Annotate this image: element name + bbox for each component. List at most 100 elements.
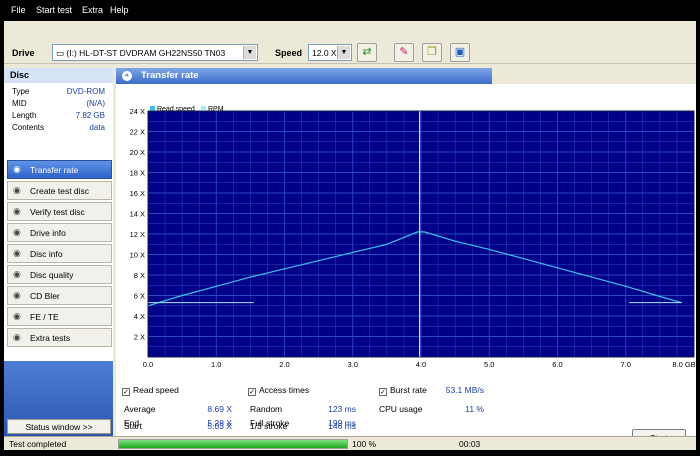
end-label: End [124,418,140,428]
save-icon: ▣ [454,46,466,58]
drive-label: Drive [12,48,35,58]
legend-rpm: RPM [208,106,224,113]
check-icon: ✓ [248,388,256,396]
nav-extra-tests[interactable]: ◉ Extra tests [7,328,112,347]
y-tick-label: 10 X [130,251,145,260]
y-tick-label: 12 X [130,230,145,239]
eraser-icon: ✎ [399,46,409,58]
y-tick-label: 2 X [134,333,145,342]
refresh-icon: ⇄ [362,46,372,58]
left-panel: Disc Type DVD-ROM MID (N/A) Length 7.82 GB … [4,68,113,438]
fe-te-icon: ◉ [13,311,21,321]
y-tick-label: 8 X [134,271,145,280]
x-tick-label: 2.0 [279,360,289,369]
chart-header: « Transfer rate [116,68,492,84]
legend-swatch-read-speed [150,106,155,111]
copy-button[interactable]: ❐ [422,43,442,62]
status-bar: Test completed 100 % 00:03 [4,436,696,450]
y-tick-label: 4 X [134,312,145,321]
burst-rate-checkbox[interactable]: ✓ Burst rate [379,385,427,396]
nav-drive-info[interactable]: ◉ Drive info [7,223,112,242]
legend-swatch-rpm [201,106,206,111]
erase-button[interactable]: ✎ [394,43,414,62]
speed-select[interactable]: 12.0 X ▼ [308,44,352,61]
menu-help[interactable]: Help [110,5,129,15]
x-tick-label: 3.0 [348,360,358,369]
stats-panel: ✓ Read speed ✓ Access times ✓ Burst rate 53… [116,381,696,438]
chevron-down-icon[interactable]: ▼ [243,46,256,59]
full-stroke-value: 199 ms [328,418,356,428]
y-tick-label: 20 X [130,148,145,157]
check-icon: ✓ [122,388,130,396]
save-button[interactable]: ▣ [450,43,470,62]
end-value: 5.28 X [207,418,232,428]
cpu-usage-label: CPU usage [379,404,423,414]
drive-select[interactable]: ▭ (I:) HL-DT-ST DVDRAM GH22NS50 TN03 ▼ [52,44,258,61]
disc-write-icon: ◉ [13,185,21,195]
disc-row-length: Length 7.82 GB [12,111,105,120]
access-times-checkbox[interactable]: ✓ Access times [248,385,309,396]
speed-value: 12.0 X [312,48,337,58]
menu-bar: File Start test Extra Help [0,0,700,21]
progress-fill [119,440,347,448]
extra-tests-icon: ◉ [13,332,21,342]
transfer-rate-chart: 2 X 4 X 6 X 8 X 10 X 12 X 14 X 16 X 18 X 20 X 22 X… [130,106,696,369]
progress-percent: 100 % [352,439,377,449]
disc-row-mid: MID (N/A) [12,99,105,108]
x-tick-label: 1.0 [211,360,221,369]
menu-extra[interactable]: Extra [82,5,103,15]
x-tick-label: 7.0 [621,360,631,369]
random-value: 123 ms [328,404,356,414]
disc-row-contents: Contents data [12,123,105,132]
drive-value: (I:) HL-DT-ST DVDRAM GH22NS50 TN03 [66,48,226,58]
x-tick-label: 0.0 [143,360,153,369]
disc-row-type: Type DVD-ROM [12,87,105,96]
chevron-down-icon[interactable]: ▼ [337,46,350,59]
full-stroke-label: Full stroke [250,418,290,428]
disc-icon: ◉ [13,164,21,174]
status-window-button[interactable]: Status window >> [7,419,111,434]
drive-icon: ▭ [56,48,67,58]
drive-info-icon: ◉ [13,227,21,237]
legend-read-speed: Read speed [157,106,195,113]
toolbar: Drive ▭ (I:) HL-DT-ST DVDRAM GH22NS50 TN… [4,21,696,64]
nav-verify-test-disc[interactable]: ◉ Verify test disc [7,202,112,221]
x-tick-label: 8.0 GB [672,360,695,369]
x-tick-label: 4.0 [416,360,426,369]
burst-rate-value: 53.1 MB/s [445,385,484,395]
speed-label: Speed [275,48,303,58]
cd-bler-icon: ◉ [13,290,21,300]
copy-icon: ❐ [427,46,437,58]
y-tick-label: 14 X [130,210,145,219]
elapsed-time: 00:03 [459,439,481,449]
average-value: 8.69 X [207,404,232,414]
app-window: Drive ▭ (I:) HL-DT-ST DVDRAM GH22NS50 TN… [4,21,696,450]
chart-area: 2 X 4 X 6 X 8 X 10 X 12 X 14 X 16 X 18 X 20 X 22 X… [116,84,696,381]
x-tick-label: 5.0 [484,360,494,369]
nav-disc-quality[interactable]: ◉ Disc quality [7,265,112,284]
progress-bar [118,439,348,449]
refresh-button[interactable]: ⇄ [357,43,377,62]
y-tick-label: 18 X [130,169,145,178]
y-tick-label: 6 X [134,292,145,301]
average-label: Average [124,404,156,414]
cpu-usage-value: 11 % [465,404,484,414]
check-icon: ✓ [379,388,387,396]
read-speed-checkbox[interactable]: ✓ Read speed [122,385,179,396]
status-text: Test completed [9,439,67,449]
nav-disc-info[interactable]: ◉ Disc info [7,244,112,263]
nav-transfer-rate[interactable]: ◉ Transfer rate [7,160,112,179]
chart-title: Transfer rate [141,70,199,81]
y-tick-label: 16 X [130,189,145,198]
nav-create-test-disc[interactable]: ◉ Create test disc [7,181,112,200]
menu-start-test[interactable]: Start test [36,5,72,15]
disc-header: Disc [4,68,113,83]
y-tick-label: 24 X [130,107,145,116]
menu-file[interactable]: File [11,5,26,15]
random-label: Random [250,404,283,414]
collapse-icon[interactable]: « [122,71,132,81]
nav-fe-te[interactable]: ◉ FE / TE [7,307,112,326]
nav-cd-bler[interactable]: ◉ CD Bler [7,286,112,305]
disc-quality-icon: ◉ [13,269,21,279]
y-tick-label: 22 X [130,128,145,137]
